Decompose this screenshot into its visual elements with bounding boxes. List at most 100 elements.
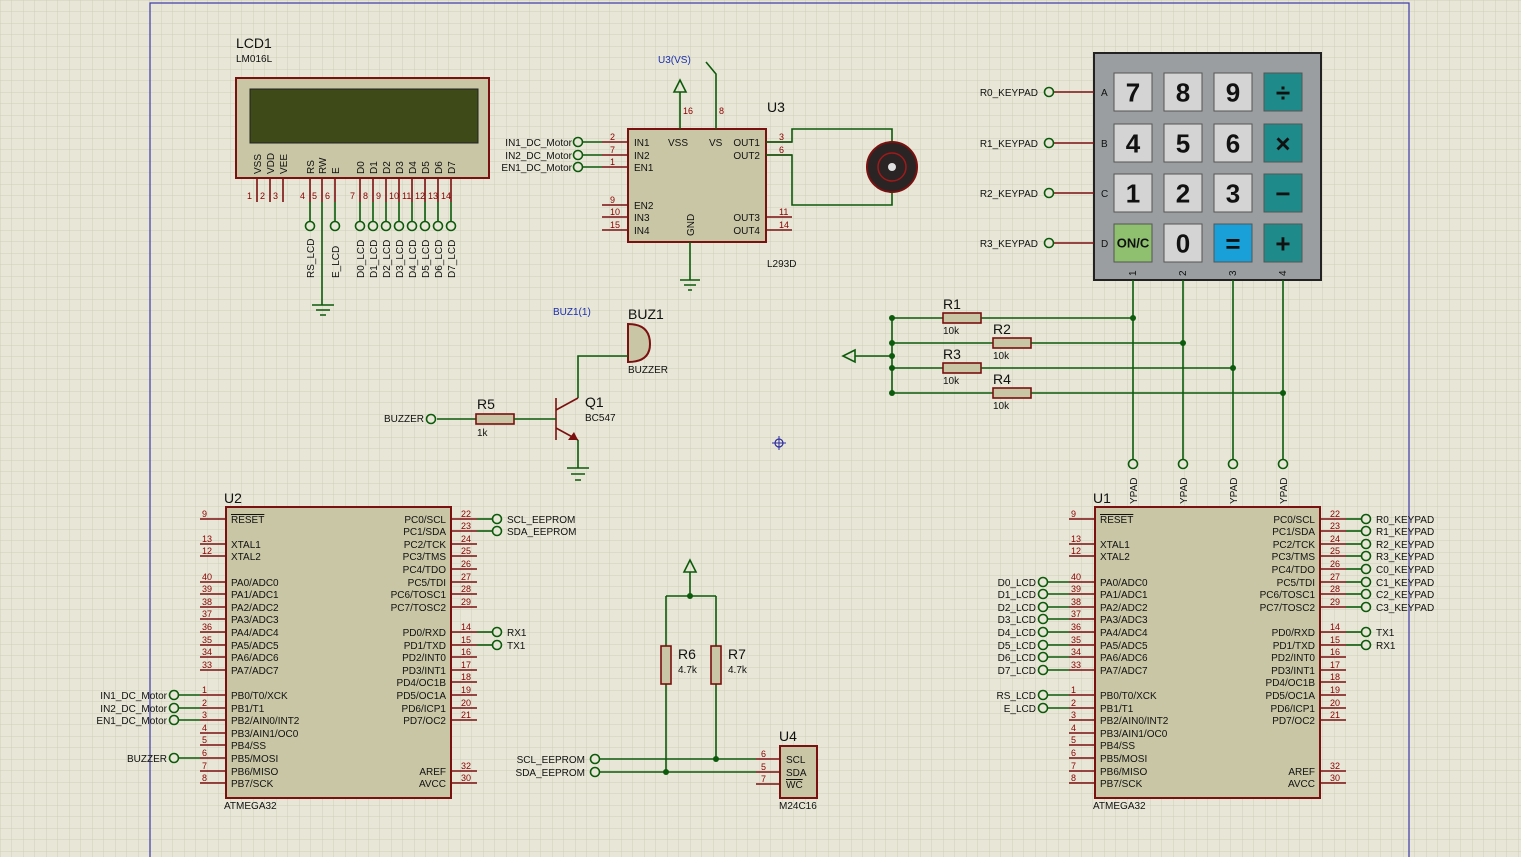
driver-net-label: EN1_DC_Motor: [501, 163, 572, 174]
mcu-net-label: R1_KEYPAD: [1376, 527, 1434, 538]
mcu-pin-name: PB0/T0/XCK: [1100, 691, 1157, 702]
lcd-pin-number: 12: [415, 191, 425, 201]
pullup-ref: R1: [943, 296, 961, 312]
driver-pin-number: 15: [610, 220, 620, 230]
mcu-pin-name: PA0/ADC0: [231, 578, 279, 589]
mcu-pin-number: 24: [461, 534, 471, 544]
mcu-pin-number: 14: [461, 622, 471, 632]
mcu-pin-number: 27: [461, 572, 471, 582]
keypad-col-terminal: [1177, 458, 1189, 470]
buzzer-net-terminal: [425, 413, 437, 425]
mcu-pin-number: 35: [202, 635, 212, 645]
mcu-pin-name: PB5/MOSI: [1100, 754, 1147, 765]
mcu-pin-number: 2: [1071, 698, 1076, 708]
mcu-pin-number: 39: [1071, 584, 1081, 594]
mcu-net-label: D6_LCD: [998, 653, 1036, 664]
driver-pin-name: GND: [686, 214, 697, 236]
lcd-pin-number: 4: [300, 191, 305, 201]
keypad-col-net: YPAD: [1179, 478, 1190, 505]
motor-shaft: [888, 163, 896, 171]
mcu-net-terminal: [168, 702, 180, 714]
mcu-pin-number: 40: [1071, 572, 1081, 582]
mcu-pin-name: XTAL1: [231, 540, 261, 551]
r7-ref: R7: [728, 646, 746, 662]
mcu-net-label: D7_LCD: [998, 666, 1036, 677]
mcu-pin-name: PB4/SS: [1100, 741, 1135, 752]
mcu-pin-name: PB2/AIN0/INT2: [1100, 716, 1169, 727]
mcu-ref: U1: [1093, 490, 1111, 506]
keypad-row-letter: A: [1101, 88, 1108, 99]
mcu-pin-number: 25: [461, 546, 471, 556]
keypad-key-label: 9: [1226, 77, 1240, 107]
mcu-net-label: RX1: [507, 628, 527, 639]
lcd-pin-number: 5: [312, 191, 317, 201]
mcu-pin-number: 37: [1071, 609, 1081, 619]
mcu-pin-name: PC7/TOSC2: [1260, 603, 1316, 614]
mcu-net-terminal: [1037, 651, 1049, 663]
pullup-value: 10k: [993, 401, 1010, 412]
mcu-pin-number: 20: [461, 698, 471, 708]
lcd-net-terminal: [367, 220, 379, 232]
lcd-pin-name: D1: [369, 161, 380, 174]
driver-pin-name: IN2: [634, 151, 650, 162]
transistor-part: BC547: [585, 413, 616, 424]
mcu-net-terminal: [1360, 626, 1372, 638]
keypad-row-terminal: [1043, 86, 1055, 98]
eeprom-pin-number: 6: [761, 749, 766, 759]
mcu-pin-number: 19: [1330, 685, 1340, 695]
mcu-pin-name: PA4/ADC4: [231, 628, 279, 639]
driver-net-label: IN2_DC_Motor: [505, 151, 572, 162]
mcu-pin-number: 22: [1330, 509, 1340, 519]
lcd-net-label: D3_LCD: [395, 240, 406, 278]
mcu-pin-name: PC3/TMS: [403, 552, 447, 563]
keypad-key-label: 5: [1176, 128, 1190, 158]
mcu-pin-name: PC0/SCL: [404, 515, 446, 526]
mcu-pin-name: PB1/T1: [1100, 704, 1134, 715]
lcd-pin-number: 7: [350, 191, 355, 201]
mcu-pin-name: PC6/TOSC1: [391, 590, 447, 601]
driver-pin-name: IN4: [634, 226, 650, 237]
mcu-pin-name: PC1/SDA: [1272, 527, 1315, 538]
keypad-row-letter: D: [1101, 239, 1108, 250]
mcu-pin-name: PC7/TOSC2: [391, 603, 447, 614]
mcu-pin-number: 6: [1071, 748, 1076, 758]
driver-pin-number: 1: [610, 157, 615, 167]
eeprom-pin-name: SCL: [786, 755, 806, 766]
lcd-pin-number: 11: [402, 191, 411, 201]
driver-pin-number: 2: [610, 132, 615, 142]
lcd-pin-number: 14: [441, 191, 451, 201]
lcd-pin-name: D4: [408, 161, 419, 174]
keypad-key-label: 0: [1176, 228, 1190, 258]
keypad-row-letter: B: [1101, 139, 1108, 150]
mcu-net-label: TX1: [507, 641, 526, 652]
mcu-pin-number: 39: [202, 584, 212, 594]
mcu-pin-name: PB2/AIN0/INT2: [231, 716, 300, 727]
keypad-col-number: 4: [1278, 270, 1289, 276]
mcu-pin-number: 9: [202, 509, 207, 519]
mcu-pin-name: PD5/OC1A: [397, 691, 447, 702]
mcu-pin-name: PC2/TCK: [404, 540, 447, 551]
lcd-pin-number: 6: [325, 191, 330, 201]
mcu-net-label: IN2_DC_Motor: [100, 704, 167, 715]
mcu-pin-name: PD4/OC1B: [397, 678, 447, 689]
mcu-net-label: C3_KEYPAD: [1376, 603, 1434, 614]
keypad-key-label: 8: [1176, 77, 1190, 107]
mcu-pin-number: 8: [202, 773, 207, 783]
mcu-pin-number: 24: [1330, 534, 1340, 544]
driver-pin-name: VSS: [668, 138, 688, 149]
mcu-net-label: SCL_EEPROM: [507, 515, 575, 526]
junction-dot: [687, 593, 693, 599]
r5-value: 1k: [477, 428, 489, 439]
lcd-pin-name: VDD: [266, 153, 277, 174]
pullup-value: 10k: [993, 351, 1010, 362]
mcu-ref: U2: [224, 490, 242, 506]
mcu-pin-name: PD7/OC2: [403, 716, 446, 727]
lcd-net-label: D1_LCD: [369, 240, 380, 278]
mcu-pin-number: 40: [202, 572, 212, 582]
lcd-net-label: D2_LCD: [382, 240, 393, 278]
lcd-ref: LCD1: [236, 35, 272, 51]
driver-pin-number: 3: [779, 132, 784, 142]
mcu-net-label: D3_LCD: [998, 615, 1036, 626]
mcu-part: ATMEGA32: [224, 801, 277, 812]
driver-net-terminal: [572, 161, 584, 173]
